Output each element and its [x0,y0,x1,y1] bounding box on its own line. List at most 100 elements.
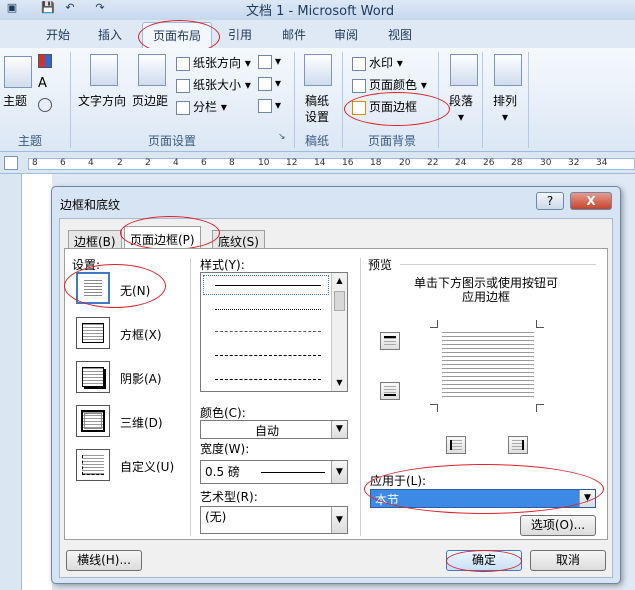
left-border-button[interactable] [446,436,466,454]
undo-icon[interactable]: ↶ [62,1,78,17]
theme-effects-icon[interactable] [38,98,52,112]
line-numbers-button[interactable]: ▾ [258,76,281,91]
tab-home[interactable]: 开始 [46,26,70,43]
document-page[interactable] [22,174,52,590]
tab-view[interactable]: 视图 [388,26,412,43]
style-dashed-small[interactable] [215,331,321,332]
setting-shadow-label[interactable]: 阴影(A) [120,370,162,387]
draft-settings-line2[interactable]: 设置 [305,108,329,125]
tab-page-border[interactable]: 页面边框(P) [124,226,201,249]
watermark-icon [352,56,366,71]
setting-box-icon[interactable] [76,317,110,349]
draft-settings-line1[interactable]: 稿纸 [305,92,329,109]
page-setup-launcher-icon[interactable]: ↘ [278,132,286,142]
style-dash-dot[interactable] [215,379,321,380]
tab-review[interactable]: 审阅 [334,26,358,43]
arrange-dropdown-icon[interactable]: ▾ [502,110,508,124]
theme-icon[interactable] [4,56,32,88]
close-button[interactable]: X [570,192,612,210]
page-border-button[interactable]: 页面边框 [352,98,417,115]
theme-button[interactable]: 主题 [3,92,27,109]
word-logo-icon[interactable]: ▣ [4,1,20,17]
hyphenation-button[interactable]: ▾ [258,98,281,113]
tab-references[interactable]: 引用 [228,26,252,43]
top-border-button[interactable] [380,332,400,350]
tab-mailings[interactable]: 邮件 [282,26,306,43]
horizontal-line-button[interactable]: 横线(H)... [66,550,142,571]
width-value: 0.5 磅 [205,465,240,479]
arrange-button[interactable]: 排列 [493,92,517,109]
ok-button[interactable]: 确定 [446,550,522,571]
size-button[interactable]: 纸张大小 ▾ [176,76,251,93]
setting-box-label[interactable]: 方框(X) [120,326,162,343]
tab-borders[interactable]: 边框(B) [68,230,122,249]
tab-page-layout[interactable]: 页面布局 [142,22,213,48]
style-dotted[interactable] [215,309,321,310]
tab-insert[interactable]: 插入 [98,26,122,43]
scroll-down-icon[interactable]: ▼ [332,375,347,391]
art-dropdown-icon[interactable]: ▼ [331,507,347,533]
ruler-tick-label: 12 [286,158,298,168]
style-listbox[interactable]: ▲ ▼ [200,272,348,392]
ruler-tick-label: 26 [483,158,495,168]
style-scrollbar[interactable]: ▲ ▼ [331,273,347,391]
margins-icon[interactable] [138,54,166,86]
preview-label: 预览 [368,258,393,272]
scroll-thumb[interactable] [334,291,345,311]
scroll-up-icon[interactable]: ▲ [332,273,347,289]
preview-page[interactable] [430,320,544,412]
setting-custom-label[interactable]: 自定义(U) [120,458,174,475]
group-separator [70,52,71,148]
help-button[interactable]: ? [536,192,564,210]
color-combo[interactable]: 自动 ▼ [200,420,348,439]
style-solid[interactable] [215,285,321,286]
ruler-tick-label: 8 [229,158,235,168]
style-dashed[interactable] [215,355,321,356]
setting-custom-icon[interactable] [76,449,110,481]
width-combo[interactable]: 0.5 磅 ▼ [200,460,348,484]
redo-icon[interactable]: ↷ [92,1,108,17]
paragraph-icon[interactable] [450,54,478,86]
tab-shading[interactable]: 底纹(S) [212,230,265,249]
ruler-tick-label: 16 [342,158,354,168]
left-border-icon [450,440,462,450]
tab-selector-icon[interactable] [4,156,18,170]
group-separator [528,52,529,148]
setting-none-icon[interactable] [76,272,110,304]
art-combo[interactable]: (无) ▼ [200,506,348,534]
save-icon[interactable]: 💾 [40,1,56,17]
apply-to-combo[interactable]: 本节 ▼ [370,489,596,508]
orientation-button[interactable]: 纸张方向 ▾ [176,54,251,71]
width-dropdown-icon[interactable]: ▼ [331,461,347,483]
paragraph-dropdown-icon[interactable]: ▾ [458,110,464,124]
setting-shadow-icon[interactable] [76,361,110,393]
theme-colors-icon[interactable] [38,54,52,68]
options-button[interactable]: 选项(O)... [520,515,596,536]
apply-to-dropdown-icon[interactable]: ▼ [579,490,595,507]
breaks-button[interactable]: ▾ [258,54,281,69]
setting-3d-icon[interactable] [76,405,110,437]
ruler-tick-label: 24 [455,158,467,168]
right-border-button[interactable] [508,436,528,454]
color-dropdown-icon[interactable]: ▼ [331,421,347,438]
cancel-button[interactable]: 取消 [530,550,606,571]
paragraph-button[interactable]: 段落 [449,92,473,109]
text-direction-button[interactable]: 文字方向 [78,92,126,109]
apply-to-value: 本节 [375,493,400,507]
text-direction-icon[interactable] [90,54,118,86]
style-label: 样式(Y): [200,258,245,272]
theme-fonts-icon[interactable]: A [38,76,47,91]
setting-3d-label[interactable]: 三维(D) [120,414,163,431]
theme-group-label: 主题 [18,134,43,148]
setting-none-label[interactable]: 无(N) [120,282,150,299]
draft-paper-icon[interactable] [304,54,332,86]
columns-button[interactable]: 分栏 ▾ [176,98,227,115]
arrange-icon[interactable] [494,54,522,86]
breaks-icon [258,54,272,69]
page-color-button[interactable]: 页面颜色 ▾ [352,76,427,93]
margins-button[interactable]: 页边距 [132,92,168,109]
bottom-border-button[interactable] [380,382,400,400]
settings-label: 设置: [72,258,101,272]
watermark-button[interactable]: 水印 ▾ [352,54,403,71]
width-label: 宽度(W): [200,442,250,456]
